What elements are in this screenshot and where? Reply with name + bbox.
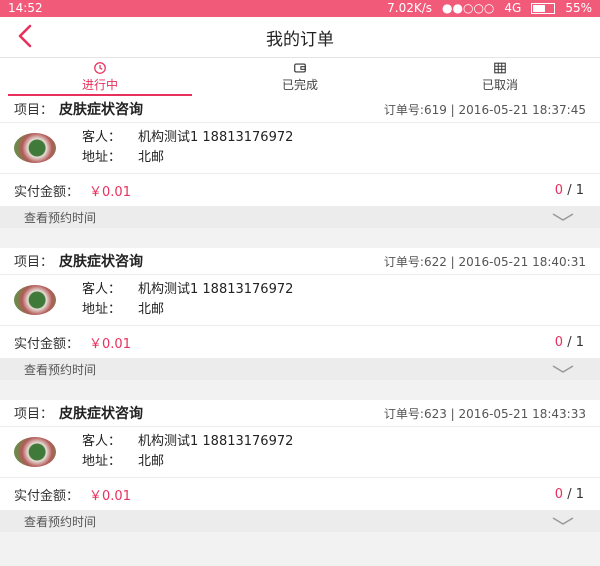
order-meta: 订单号:622 | 2016-05-21 18:40:31 (383, 254, 586, 269)
address-value: 北邮 (138, 302, 165, 317)
order-card[interactable]: 项目： 皮肤症状咨询 订单号:623 | 2016-05-21 18:43:33 … (0, 400, 600, 532)
guest-row: 客人： 机构测试1 18813176972 (82, 432, 293, 452)
project: 项目： 皮肤症状咨询 (14, 251, 143, 271)
order-header: 项目： 皮肤症状咨询 订单号:623 | 2016-05-21 18:43:33 (0, 400, 600, 427)
network-type: 4G (504, 1, 522, 15)
wallet-icon (294, 63, 306, 73)
status-time: 14:52 (8, 1, 43, 15)
guest-row: 客人： 机构测试1 18813176972 (82, 128, 293, 148)
count-done: 0 (554, 334, 564, 350)
guest-value: 机构测试1 18813176972 (138, 434, 294, 449)
address-row: 地址： 北邮 (82, 452, 293, 472)
address-value: 北邮 (138, 150, 165, 165)
paid-label: 实付金额： (14, 184, 80, 200)
project-name: 皮肤症状咨询 (59, 102, 144, 118)
order-tabs: 进行中 已完成 已取消 (0, 58, 600, 97)
signal-icon: ●●○○○ (442, 1, 495, 15)
back-arrow-icon[interactable] (10, 20, 42, 52)
count-total: / 1 (567, 182, 584, 198)
status-indicators: 7.02K/s ●●○○○ 4G 55% (387, 0, 592, 17)
tab-cancelled[interactable]: 已取消 (400, 58, 600, 96)
guest-label: 客人： (82, 130, 122, 145)
payment-row: 实付金额： ￥0.01 0 / 1 (0, 174, 600, 206)
paid-amount: ￥0.01 (89, 184, 131, 200)
view-appointment-toggle[interactable]: 查看预约时间 (0, 510, 600, 532)
guest-value: 机构测试1 18813176972 (138, 282, 294, 297)
order-header: 项目： 皮肤症状咨询 订单号:619 | 2016-05-21 18:37:45 (0, 96, 600, 123)
project-name: 皮肤症状咨询 (59, 406, 144, 422)
order-info: 客人： 机构测试1 18813176972 地址： 北邮 (0, 275, 600, 326)
order-card[interactable]: 项目： 皮肤症状咨询 订单号:622 | 2016-05-21 18:40:31 … (0, 248, 600, 380)
clock-icon (94, 62, 106, 74)
usage-count: 0 / 1 (555, 183, 584, 198)
order-info: 客人： 机构测试1 18813176972 地址： 北邮 (0, 123, 600, 174)
project-name: 皮肤症状咨询 (59, 254, 144, 270)
view-appointment-toggle[interactable]: 查看预约时间 (0, 206, 600, 228)
avatar (14, 285, 56, 315)
network-speed: 7.02K/s (387, 1, 433, 15)
payment-row: 实付金额： ￥0.01 0 / 1 (0, 478, 600, 510)
address-value: 北邮 (138, 454, 165, 469)
guest-label: 客人： (82, 434, 122, 449)
tab-label: 已取消 (481, 78, 518, 92)
chevron-down-icon (552, 517, 574, 525)
guest-value: 机构测试1 18813176972 (138, 130, 294, 145)
guest-label: 客人： (82, 282, 122, 297)
battery-percent: 55% (565, 1, 592, 15)
order-meta: 订单号:623 | 2016-05-21 18:43:33 (383, 406, 586, 421)
status-bar: 14:52 7.02K/s ●●○○○ 4G 55% (0, 0, 600, 17)
guest-row: 客人： 机构测试1 18813176972 (82, 280, 293, 300)
view-appointment-toggle[interactable]: 查看预约时间 (0, 358, 600, 380)
view-time-label: 查看预约时间 (24, 210, 97, 225)
count-total: / 1 (567, 486, 584, 502)
tab-in-progress[interactable]: 进行中 (0, 58, 200, 96)
view-time-label: 查看预约时间 (24, 514, 97, 529)
count-done: 0 (554, 182, 564, 198)
list-icon (494, 62, 506, 74)
address-label: 地址： (82, 150, 122, 165)
page-title: 我的订单 (266, 29, 334, 50)
project-label: 项目： (14, 255, 54, 270)
chevron-down-icon (552, 365, 574, 373)
address-label: 地址： (82, 454, 122, 469)
header-bar: 我的订单 (0, 17, 600, 58)
project-label: 项目： (14, 407, 54, 422)
usage-count: 0 / 1 (555, 487, 584, 502)
address-label: 地址： (82, 302, 122, 317)
chevron-down-icon (552, 213, 574, 221)
order-header: 项目： 皮肤症状咨询 订单号:622 | 2016-05-21 18:40:31 (0, 248, 600, 275)
paid-label: 实付金额： (14, 336, 80, 352)
order-list: 项目： 皮肤症状咨询 订单号:619 | 2016-05-21 18:37:45 … (0, 96, 600, 552)
payment-row: 实付金额： ￥0.01 0 / 1 (0, 326, 600, 358)
tab-label: 已完成 (281, 78, 318, 92)
address-row: 地址： 北邮 (82, 148, 293, 168)
paid-label: 实付金额： (14, 488, 80, 504)
address-row: 地址： 北邮 (82, 300, 293, 320)
order-meta: 订单号:619 | 2016-05-21 18:37:45 (383, 102, 586, 117)
paid-amount: ￥0.01 (89, 336, 131, 352)
project: 项目： 皮肤症状咨询 (14, 403, 143, 423)
usage-count: 0 / 1 (555, 335, 584, 350)
tab-completed[interactable]: 已完成 (200, 58, 400, 96)
order-card[interactable]: 项目： 皮肤症状咨询 订单号:619 | 2016-05-21 18:37:45 … (0, 96, 600, 228)
paid-amount: ￥0.01 (89, 488, 131, 504)
battery-icon (531, 3, 556, 14)
count-total: / 1 (567, 334, 584, 350)
view-time-label: 查看预约时间 (24, 362, 97, 377)
tab-label: 进行中 (81, 78, 118, 92)
avatar (14, 437, 56, 467)
order-info: 客人： 机构测试1 18813176972 地址： 北邮 (0, 427, 600, 478)
count-done: 0 (554, 486, 564, 502)
avatar (14, 133, 56, 163)
project-label: 项目： (14, 103, 54, 118)
project: 项目： 皮肤症状咨询 (14, 99, 143, 119)
